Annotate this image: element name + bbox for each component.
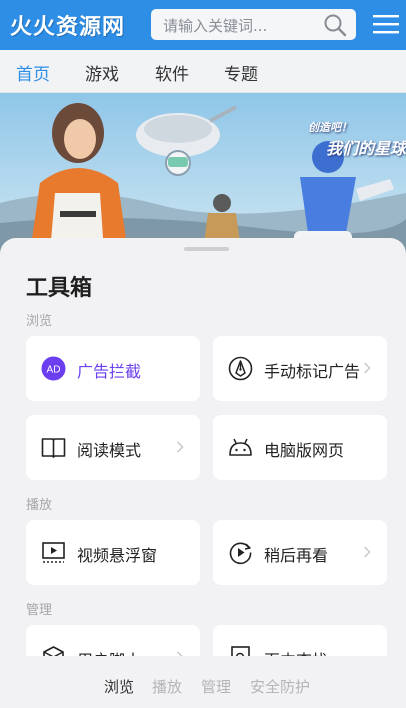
banner-artwork xyxy=(0,93,406,253)
reader-mode-label: 阅读模式 xyxy=(77,441,142,460)
chevron-right-icon xyxy=(363,546,371,558)
banner-slogan: 创造吧！ 我们的星球 xyxy=(308,119,406,159)
ad-icon: AD xyxy=(41,356,66,381)
section-label-manage: 管理 xyxy=(26,603,53,618)
chevron-right-icon xyxy=(176,441,184,453)
floating-video-icon xyxy=(42,542,65,563)
section-label-play: 播放 xyxy=(26,498,53,513)
video-float-window-label: 视频悬浮窗 xyxy=(77,546,158,565)
watch-later-label: 稍后再看 xyxy=(264,546,329,565)
banner-small-text: 创造吧！ xyxy=(308,121,352,134)
search-input[interactable]: 请输入关键词... xyxy=(151,9,356,40)
ad-block-button[interactable]: AD 广告拦截 xyxy=(26,336,200,401)
tab-play[interactable]: 播放 xyxy=(152,676,182,697)
replay-play-icon xyxy=(229,542,252,565)
nav-home[interactable]: 首页 xyxy=(16,60,50,85)
tab-browse[interactable]: 浏览 xyxy=(104,676,134,697)
nav-topics[interactable]: 专题 xyxy=(224,60,258,85)
watch-later-button[interactable]: 稍后再看 xyxy=(213,520,387,585)
tab-manage[interactable]: 管理 xyxy=(201,676,231,697)
pen-nib-icon xyxy=(228,356,253,381)
search-icon[interactable] xyxy=(323,13,347,37)
desktop-site-label: 电脑版网页 xyxy=(264,441,345,460)
manual-ad-mark-button[interactable]: 手动标记广告 xyxy=(213,336,387,401)
toolbox-sheet: 工具箱 浏览 AD 广告拦截 手动标记广告 阅读模式 电脑版网页 播放 视频悬浮… xyxy=(0,238,406,708)
section-label-browse: 浏览 xyxy=(26,314,53,329)
site-logo[interactable]: 火火资源网 xyxy=(10,9,125,41)
hamburger-menu-icon[interactable] xyxy=(372,12,400,36)
drag-handle[interactable] xyxy=(184,247,229,251)
nav-software[interactable]: 软件 xyxy=(155,60,189,85)
promo-banner[interactable]: 创造吧！ 我们的星球 xyxy=(0,93,406,253)
banner-big-text: 我们的星球 xyxy=(325,139,406,158)
chevron-right-icon xyxy=(363,362,371,374)
nav-games[interactable]: 游戏 xyxy=(85,60,119,85)
search-placeholder: 请输入关键词... xyxy=(163,17,268,35)
ad-icon-text: AD xyxy=(47,365,61,376)
manual-ad-mark-label: 手动标记广告 xyxy=(264,362,361,381)
desktop-site-button[interactable]: 电脑版网页 xyxy=(213,415,387,480)
site-nav: 首页 游戏 软件 专题 xyxy=(0,50,406,93)
ad-block-label: 广告拦截 xyxy=(77,362,142,381)
site-header: 火火资源网 请输入关键词... xyxy=(0,0,406,50)
sheet-title: 工具箱 xyxy=(26,276,93,301)
toolbox-tab-bar: 浏览 播放 管理 安全防护 xyxy=(0,676,406,696)
android-icon xyxy=(229,438,252,456)
book-icon xyxy=(41,438,66,458)
reader-mode-button[interactable]: 阅读模式 xyxy=(26,415,200,480)
tab-security[interactable]: 安全防护 xyxy=(250,676,310,697)
video-float-window-button[interactable]: 视频悬浮窗 xyxy=(26,520,200,585)
